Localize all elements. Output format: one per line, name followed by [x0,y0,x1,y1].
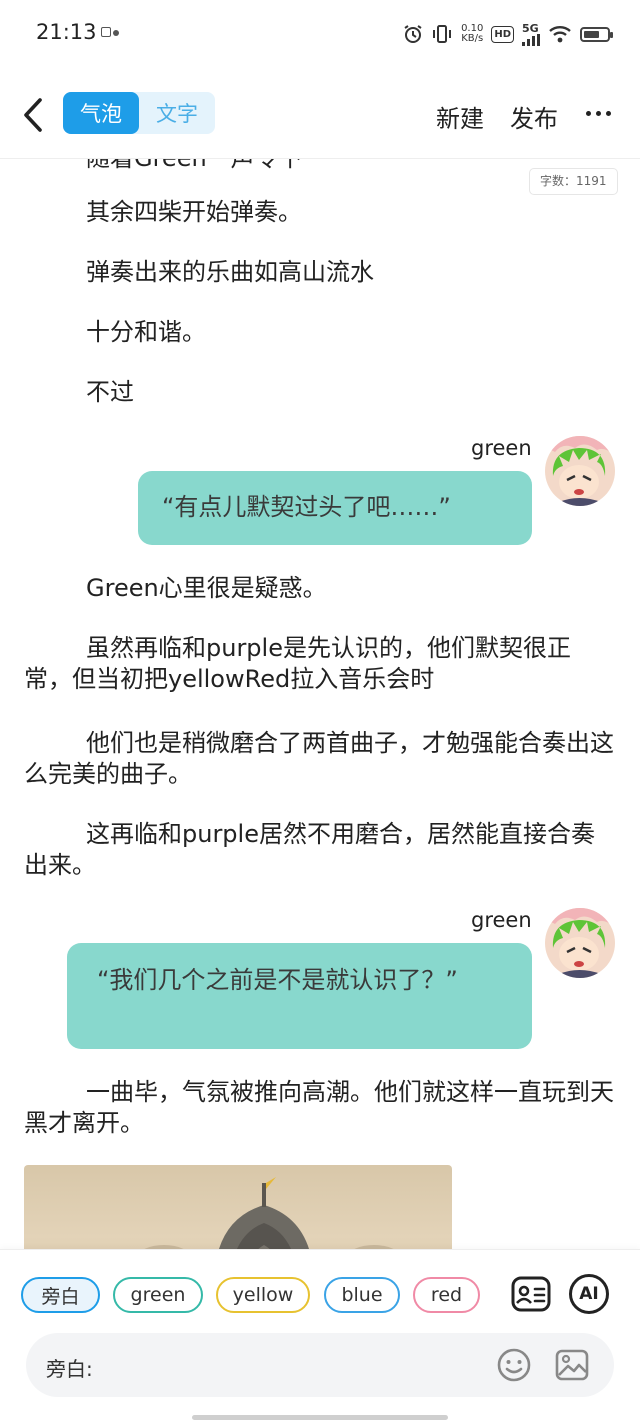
image-icon[interactable] [554,1347,590,1383]
role-chip-yellow[interactable]: yellow [216,1277,310,1313]
home-indicator[interactable] [192,1415,448,1420]
story-paragraph[interactable]: 随着Green一声令下 [24,159,614,174]
word-count-badge: 字数：1191 [529,168,618,195]
character-avatar-icon [545,908,615,978]
story-paragraph[interactable]: Green心里很是疑惑。 [24,573,614,604]
cellular-signal: 5G [522,23,540,46]
hd-badge: HD [491,25,514,43]
character-avatar-icon [545,436,615,506]
role-chip-blue[interactable]: blue [324,1277,400,1313]
story-paragraph[interactable]: 虽然再临和purple是先认识的，他们默契很正常，但当初把yellowRed拉入… [24,633,614,695]
status-time: 21:13 [36,20,97,44]
new-button[interactable]: 新建 [436,99,484,134]
top-bar: 气泡 文字 新建 发布 [0,76,640,159]
ai-button[interactable]: AI [569,1274,609,1314]
vibrate-icon [433,25,452,43]
story-paragraph[interactable]: 弹奏出来的乐曲如高山流水 [24,257,614,288]
notification-icon [101,27,111,37]
speaker-name: green [471,908,532,932]
role-chip-red[interactable]: red [413,1277,480,1313]
battery-level [584,30,600,38]
narration-input[interactable]: 旁白: [26,1333,614,1397]
battery-icon [580,26,613,42]
story-content[interactable]: 随着Green一声令下 其余四柴开始弹奏。 弹奏出来的乐曲如高山流水 十分和谐。… [0,159,640,1249]
status-bar: 21:13 0.10 KB/s HD 5G [0,0,640,68]
network-speed: 0.10 KB/s [461,24,483,44]
role-chip-narrator[interactable]: 旁白 [21,1277,100,1313]
signal-bars-icon [522,33,540,46]
story-paragraph[interactable]: 十分和谐。 [24,317,614,348]
story-paragraph[interactable]: 他们也是稍微磨合了两首曲子，才勉强能合奏出这么完美的曲子。 [24,728,614,790]
speed-unit: KB/s [461,33,484,44]
story-paragraph[interactable]: 不过 [24,377,614,408]
publish-button[interactable]: 发布 [510,99,558,134]
avatar[interactable] [545,436,615,506]
alarm-icon [404,25,422,43]
avatar[interactable] [545,908,615,978]
notification-dot-icon [113,30,119,36]
back-icon[interactable] [18,94,52,136]
wifi-icon [549,26,571,43]
dialogue-bubble[interactable]: “有点儿默契过头了吧……” [138,471,532,545]
input-label: 旁白: [46,1357,93,1381]
role-chip-green[interactable]: green [113,1277,203,1313]
tab-text[interactable]: 文字 [139,92,215,134]
emoji-icon[interactable] [496,1347,532,1383]
mode-switch: 气泡 文字 [63,92,215,134]
story-image[interactable] [24,1165,452,1249]
dialogue-bubble[interactable]: “我们几个之前是不是就认识了？” [67,943,532,1049]
palace-dome-illustration [144,1177,394,1249]
network-type: 5G [522,21,539,35]
speaker-name: green [471,436,532,460]
story-paragraph[interactable]: 其余四柴开始弹奏。 [24,197,614,228]
composer-panel: 旁白 green yellow blue red AI 旁白: [0,1249,640,1423]
tab-bubble[interactable]: 气泡 [63,92,139,134]
character-card-icon[interactable] [511,1274,551,1314]
story-paragraph[interactable]: 这再临和purple居然不用磨合，居然能直接合奏出来。 [24,819,614,881]
status-indicators: 0.10 KB/s HD 5G [403,20,613,48]
more-icon[interactable] [584,98,614,128]
story-paragraph[interactable]: 一曲毕，气氛被推向高潮。他们就这样一直玩到天黑才离开。 [24,1077,614,1139]
